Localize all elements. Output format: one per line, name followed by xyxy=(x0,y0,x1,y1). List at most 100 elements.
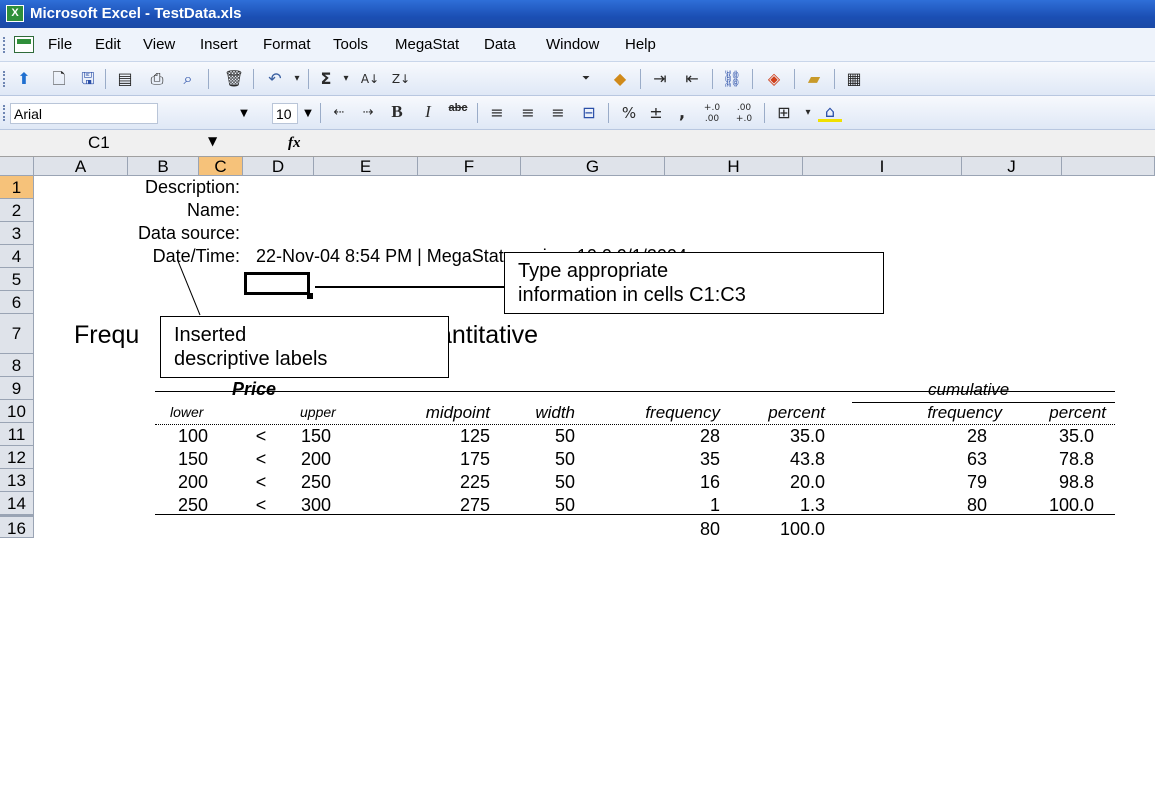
row-header-3[interactable]: 3 xyxy=(0,222,34,245)
column-header-j[interactable]: J xyxy=(962,157,1062,176)
permission-icon[interactable]: ▤ xyxy=(113,68,137,90)
row-header-2[interactable]: 2 xyxy=(0,199,34,222)
formula-input[interactable] xyxy=(310,134,1155,154)
menu-tools[interactable]: Tools xyxy=(333,36,368,53)
row-header-5[interactable]: 5 xyxy=(0,268,34,291)
row-header-1[interactable]: 1 xyxy=(0,176,34,199)
row-header-11[interactable]: 11 xyxy=(0,423,34,446)
sort-descending-icon[interactable]: Z↓ xyxy=(389,68,413,90)
bold-button[interactable]: B xyxy=(385,102,409,124)
column-header-f[interactable]: F xyxy=(418,157,521,176)
save-icon[interactable]: 🖫 xyxy=(76,68,100,90)
menu-help[interactable]: Help xyxy=(625,36,656,53)
column-header-a[interactable]: A xyxy=(34,157,128,176)
menu-view[interactable]: View xyxy=(143,36,175,53)
table-cell-midpoint: 275 xyxy=(459,495,490,515)
undo-icon[interactable]: ↶ xyxy=(263,68,287,90)
decrease-indent-icon[interactable]: ⇠ xyxy=(327,102,351,124)
font-size-dropdown-icon[interactable]: ▼ xyxy=(300,103,316,124)
align-left-icon[interactable]: ≡ xyxy=(485,102,509,124)
column-header-i[interactable]: I xyxy=(803,157,962,176)
column-header-h[interactable]: H xyxy=(665,157,803,176)
currency-style-icon[interactable]: ± xyxy=(644,102,668,124)
row-header-4[interactable]: 4 xyxy=(0,245,34,268)
table-cell-percent: 1.3 xyxy=(799,495,825,515)
row-header-7[interactable]: 7 xyxy=(0,314,34,354)
column-header-e[interactable]: E xyxy=(314,157,418,176)
decrease-decimal-button[interactable]: .00 +.0 xyxy=(732,102,756,124)
total-frequency: 80 xyxy=(699,519,720,539)
outdent-icon[interactable]: ⇤ xyxy=(680,68,704,90)
sort-ascending-icon[interactable]: A↓ xyxy=(358,68,382,90)
active-cell-c1[interactable] xyxy=(244,272,310,295)
table-cell-upper: 150 xyxy=(300,426,332,446)
up-arrow-icon[interactable]: ⬆ xyxy=(12,68,36,90)
percent-style-button[interactable]: % xyxy=(617,102,641,124)
fill-handle[interactable] xyxy=(307,293,313,299)
label-description: Description: xyxy=(144,177,240,197)
name-box[interactable]: C1 xyxy=(74,133,224,154)
select-all-button[interactable] xyxy=(0,157,34,176)
font-name-dropdown-icon[interactable]: ▼ xyxy=(236,103,252,124)
column-header-k[interactable] xyxy=(1062,157,1155,176)
increase-indent-icon[interactable]: ⇢ xyxy=(356,102,380,124)
formatting-toolbar: Arial ▼ 10 ▼ ⇠ ⇢ B I abc ≡ ≡ ≡ ⊟ % ± , +… xyxy=(0,96,1155,130)
merge-center-icon[interactable]: ⊟ xyxy=(577,102,601,124)
diamond-icon[interactable]: ◈ xyxy=(762,68,786,90)
toolbar-overflow-icon[interactable]: ⏷ xyxy=(574,68,598,90)
row-header-16[interactable]: 16 xyxy=(0,515,34,538)
indent-icon[interactable]: ⇥ xyxy=(648,68,672,90)
print-icon[interactable]: ⎙ xyxy=(145,68,169,90)
undo-dropdown-icon[interactable]: ▾ xyxy=(285,68,309,90)
callout-inserted-labels: Inserted descriptive labels xyxy=(160,316,449,378)
font-size-select[interactable]: 10 xyxy=(272,103,298,124)
toolbar-grip-handle[interactable] xyxy=(3,71,6,87)
new-document-icon[interactable]: 🗋 xyxy=(47,68,71,90)
font-name-select[interactable]: Arial xyxy=(10,103,158,124)
row-header-13[interactable]: 13 xyxy=(0,469,34,492)
label-name: Name: xyxy=(186,200,240,220)
comma-style-button[interactable]: , xyxy=(670,102,694,124)
row-header-10[interactable]: 10 xyxy=(0,400,34,423)
align-center-icon[interactable]: ≡ xyxy=(516,102,540,124)
workbook-icon[interactable] xyxy=(14,36,34,53)
menu-insert[interactable]: Insert xyxy=(200,36,238,53)
borders-icon[interactable]: ⊞ xyxy=(772,102,796,124)
folder-icon[interactable]: ▰ xyxy=(802,68,826,90)
menu-megastat[interactable]: MegaStat xyxy=(395,36,459,53)
italic-button[interactable]: I xyxy=(416,102,440,124)
column-header-d[interactable]: D xyxy=(243,157,314,176)
row-header-12[interactable]: 12 xyxy=(0,446,34,469)
print-preview-icon[interactable]: ⌕ xyxy=(176,68,200,90)
toolbar-separator xyxy=(477,103,478,123)
row-header-6[interactable]: 6 xyxy=(0,291,34,314)
excel-app-icon[interactable]: X xyxy=(6,5,24,22)
strikethrough-button[interactable]: abc xyxy=(446,102,470,124)
column-header-b[interactable]: B xyxy=(128,157,199,176)
menu-edit[interactable]: Edit xyxy=(95,36,121,53)
delete-icon[interactable]: 🗑 xyxy=(222,68,246,90)
insert-function-button[interactable]: fx xyxy=(288,135,301,152)
menu-format[interactable]: Format xyxy=(263,36,311,53)
hyperlink-icon[interactable]: ⛓ xyxy=(720,68,744,90)
menu-window[interactable]: Window xyxy=(546,36,599,53)
menu-data[interactable]: Data xyxy=(484,36,516,53)
name-box-dropdown-icon[interactable]: ▼ xyxy=(208,134,217,148)
menu-grip-handle[interactable] xyxy=(3,37,6,53)
toolbar-grip-handle[interactable] xyxy=(3,105,6,121)
table-icon[interactable]: ▦ xyxy=(842,68,866,90)
megastat-icon[interactable]: ◆ xyxy=(608,68,632,90)
row-header-9[interactable]: 9 xyxy=(0,377,34,400)
column-header-c[interactable]: C xyxy=(199,157,243,176)
table-cell-cum-frequency: 28 xyxy=(966,426,987,446)
autosum-dropdown-icon[interactable]: ▾ xyxy=(334,68,358,90)
worksheet-grid[interactable]: A B C D E F G H I J 1 2 3 4 5 6 7 8 9 10… xyxy=(0,157,1155,785)
menu-file[interactable]: File xyxy=(48,36,72,53)
align-right-icon[interactable]: ≡ xyxy=(546,102,570,124)
row-header-8[interactable]: 8 xyxy=(0,354,34,377)
fill-color-icon[interactable]: ⌂ xyxy=(818,102,842,122)
column-header-g[interactable]: G xyxy=(521,157,665,176)
borders-dropdown-icon[interactable]: ▾ xyxy=(796,102,820,124)
row-header-14[interactable]: 14 xyxy=(0,492,34,515)
increase-decimal-button[interactable]: +.0 .00 xyxy=(700,102,724,124)
